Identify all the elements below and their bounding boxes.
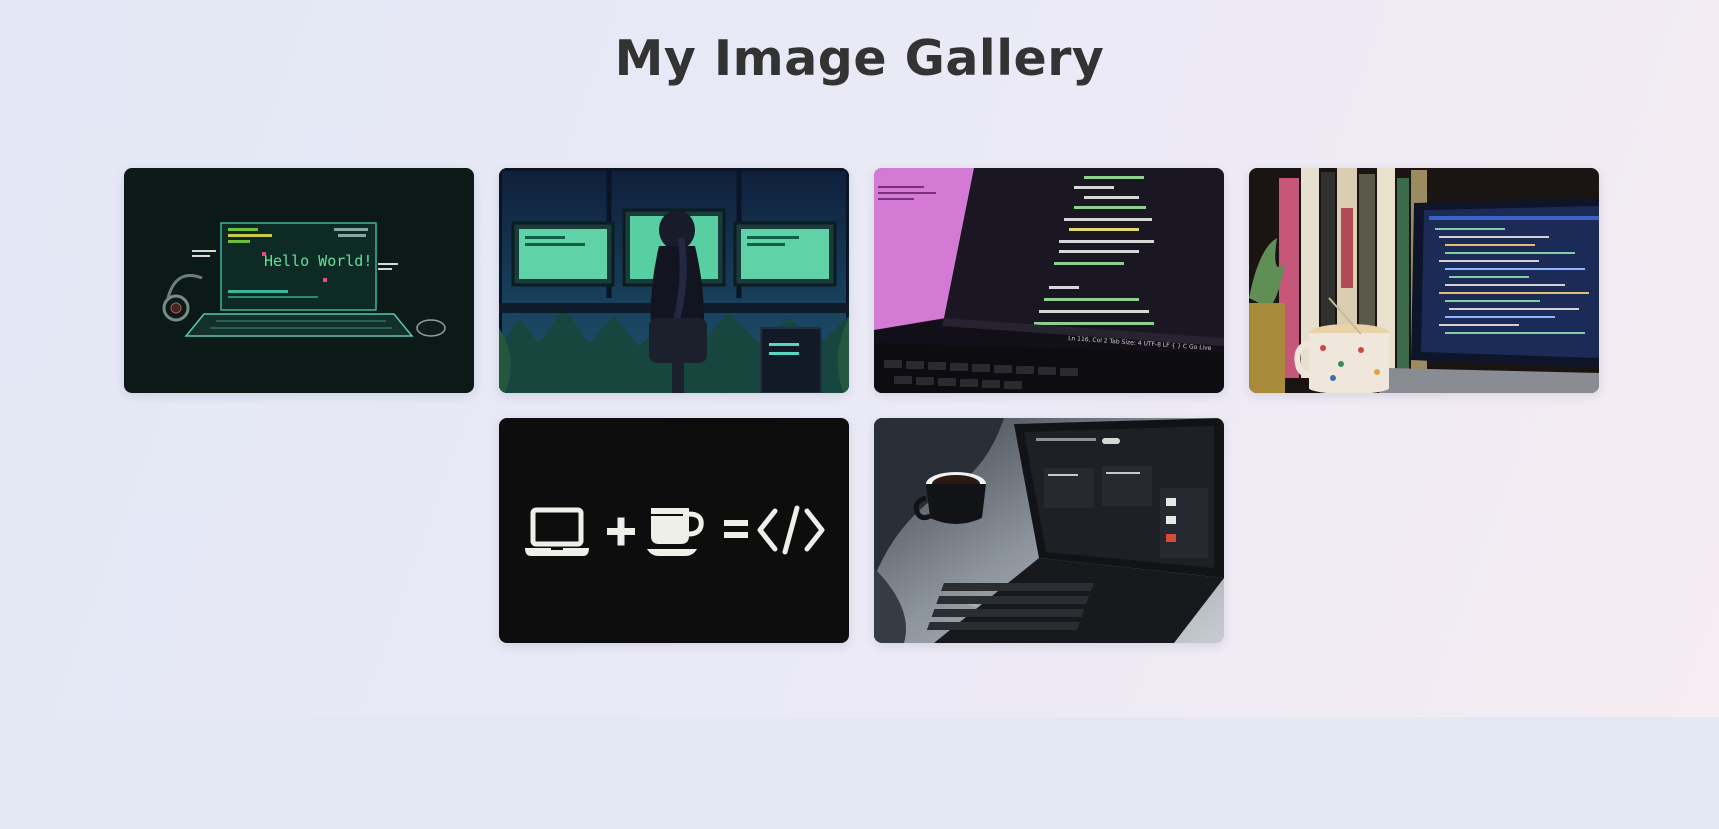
laptop-coffee-code-image [499,418,849,643]
page: My Image Gallery Hello World! Ln 116, Co… [0,0,1719,717]
page-title: My Image Gallery [614,30,1105,87]
gallery-image-code-editor[interactable]: Ln 116, Col 2 Tab Size: 4 UTF-8 LF { } C… [874,168,1224,393]
gallery-image-books-coffee[interactable] [1249,168,1599,393]
programmer-night-desk-image [499,168,849,393]
gallery-image-hello-world[interactable]: Hello World! [124,168,474,393]
books-coffee-laptop-image [1249,168,1599,393]
code-editor-laptop-image: Ln 116, Col 2 Tab Size: 4 UTF-8 LF { } C… [874,168,1224,393]
gallery-image-laptop-coffee-code[interactable] [499,418,849,643]
laptop-on-bed-image [874,418,1224,643]
gallery-image-programmer-night[interactable] [499,168,849,393]
gallery-image-laptop-bed[interactable] [874,418,1224,643]
hello-world-laptop-image: Hello World! [124,168,474,393]
hello-world-caption: Hello World! [264,252,372,270]
